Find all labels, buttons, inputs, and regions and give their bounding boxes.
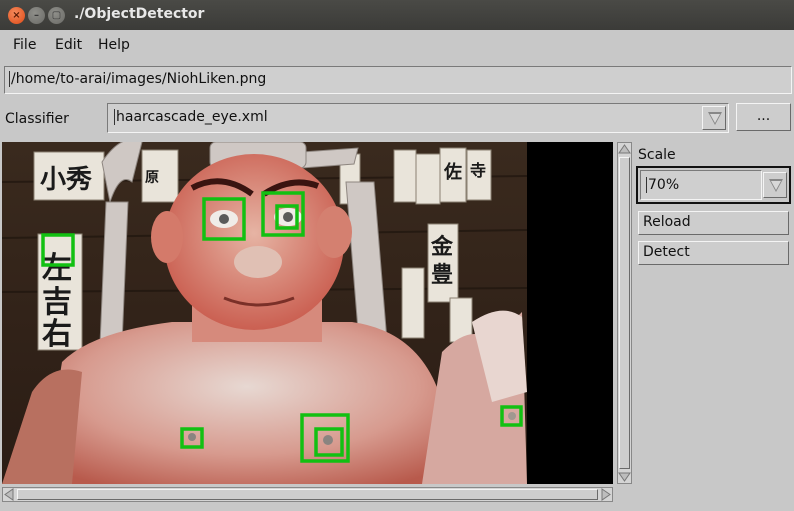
browse-classifier-button[interactable]: ... — [736, 103, 791, 131]
minimize-window-button[interactable]: – — [28, 7, 45, 24]
scale-field[interactable]: 70% — [640, 170, 762, 200]
svg-text:小秀: 小秀 — [40, 165, 92, 195]
svg-text:左: 左 — [42, 251, 72, 286]
horizontal-scroll-thumb[interactable] — [17, 489, 598, 500]
title-bar: × – ▢ ./ObjectDetector — [0, 0, 794, 30]
scroll-down-icon[interactable] — [618, 471, 631, 483]
classifier-combo[interactable]: haarcascade_eye.xml — [107, 103, 729, 133]
menu-help[interactable]: Help — [98, 37, 130, 53]
statue-photo: 小秀 原 左 吉 右 金 豊 佐 寺 — [2, 142, 527, 484]
reload-button[interactable]: Reload — [638, 211, 789, 235]
detect-button[interactable]: Detect — [638, 241, 789, 265]
scroll-right-icon[interactable] — [600, 488, 612, 501]
horizontal-scrollbar[interactable] — [2, 487, 613, 502]
scale-dropdown-button[interactable] — [763, 172, 787, 198]
text-caret — [646, 177, 647, 193]
svg-text:右: 右 — [42, 317, 72, 352]
svg-text:吉: 吉 — [42, 285, 72, 320]
scale-value: 70% — [648, 177, 680, 193]
vertical-scrollbar[interactable] — [617, 142, 632, 484]
scroll-up-icon[interactable] — [618, 143, 631, 155]
image-path-value: /home/to-arai/images/NiohLiken.png — [11, 71, 267, 87]
svg-text:原: 原 — [145, 170, 159, 186]
classifier-value: haarcascade_eye.xml — [116, 109, 268, 125]
menu-file[interactable]: File — [13, 37, 36, 53]
image-path-field[interactable]: /home/to-arai/images/NiohLiken.png — [4, 66, 792, 94]
maximize-window-button[interactable]: ▢ — [48, 7, 65, 24]
text-caret — [9, 71, 10, 87]
chevron-down-icon — [708, 112, 722, 125]
chevron-down-icon — [769, 179, 783, 192]
scale-label: Scale — [638, 147, 676, 163]
scroll-left-icon[interactable] — [3, 488, 15, 501]
svg-text:寺: 寺 — [470, 161, 486, 180]
menu-edit[interactable]: Edit — [55, 37, 82, 53]
window-title: ./ObjectDetector — [74, 6, 205, 22]
vertical-scroll-thumb[interactable] — [619, 157, 630, 469]
svg-text:豊: 豊 — [431, 262, 453, 288]
image-viewer[interactable]: 小秀 原 左 吉 右 金 豊 佐 寺 — [2, 142, 613, 484]
menu-bar: File Edit Help — [0, 30, 794, 60]
svg-text:金: 金 — [430, 234, 454, 260]
classifier-label: Classifier — [5, 111, 69, 127]
text-caret — [114, 109, 115, 125]
classifier-dropdown-button[interactable] — [702, 106, 726, 130]
scale-combo[interactable]: 70% — [636, 166, 791, 204]
close-window-button[interactable]: × — [8, 7, 25, 24]
svg-text:佐: 佐 — [443, 161, 462, 183]
